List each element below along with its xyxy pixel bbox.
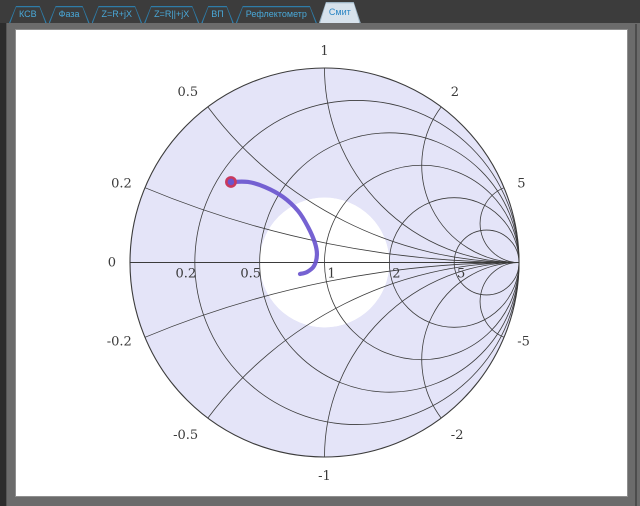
reactance-label: 0.5 — [178, 85, 199, 100]
reactance-label: 5 — [517, 176, 525, 191]
resistance-label: 1 — [327, 267, 335, 282]
reactance-label: -1 — [318, 469, 331, 484]
tab-faza[interactable]: Фаза — [49, 6, 90, 23]
reactance-label: 0 — [108, 256, 116, 271]
tab-label: Смит — [319, 2, 361, 22]
tab-label: Фаза — [49, 6, 90, 22]
reactance-label: -5 — [517, 335, 530, 350]
tab-bar: КСВФазаZ=R+jXZ=R||+jXВПРефлектометрСмит — [0, 0, 640, 23]
smith-chart: 1 0.5 0.2 0 -0.2 -0.5 -1 -2 -5 5 2 0.2 0.5 1 2 5 — [0, 0, 640, 506]
tab-z-series[interactable]: Z=R+jX — [92, 6, 143, 23]
resistance-label: 0.2 — [175, 267, 196, 282]
reactance-label: 2 — [451, 85, 459, 100]
reactance-label: 0.2 — [111, 176, 132, 191]
tab-smith[interactable]: Смит — [319, 2, 361, 23]
tab-label: КСВ — [9, 6, 47, 22]
tab-reflectometer[interactable]: Рефлектометр — [236, 6, 317, 23]
resistance-label: 5 — [457, 267, 465, 282]
reactance-label: 1 — [320, 44, 328, 59]
tab-label: Z=R+jX — [92, 6, 143, 22]
tab-label: Z=R||+jX — [144, 6, 199, 22]
tab-z-parallel[interactable]: Z=R||+jX — [144, 6, 199, 23]
trace-start-marker — [226, 177, 235, 186]
reactance-label: -2 — [451, 428, 464, 443]
reactance-label: -0.5 — [173, 428, 198, 443]
tab-label: Рефлектометр — [236, 6, 317, 22]
resistance-label: 2 — [392, 267, 400, 282]
tab-label: ВП — [201, 6, 233, 22]
reactance-label: -0.2 — [107, 335, 132, 350]
tab-vp[interactable]: ВП — [201, 6, 233, 23]
resistance-label: 0.5 — [240, 267, 261, 282]
tab-ksv[interactable]: КСВ — [9, 6, 47, 23]
